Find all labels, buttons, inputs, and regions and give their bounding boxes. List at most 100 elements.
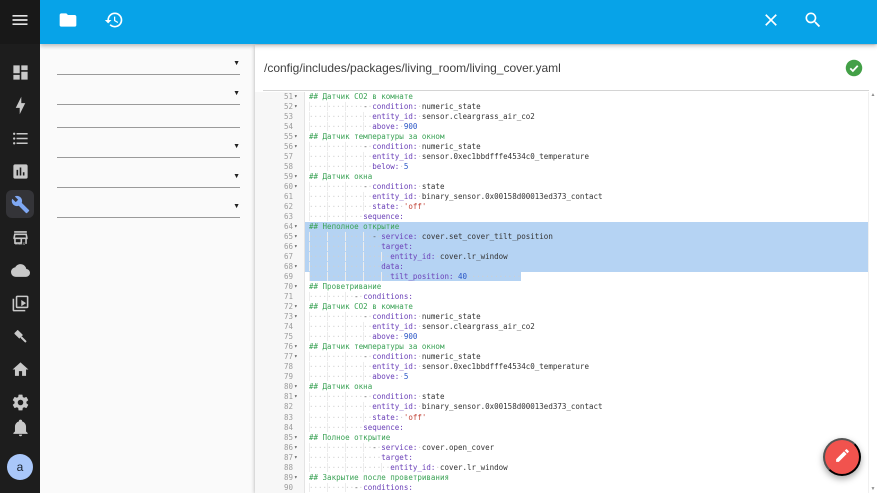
line-number: 87: [283, 452, 293, 462]
code-line-content: ··············entity_id:·sensor.0xec1bbd…: [309, 362, 589, 372]
fold-arrow-icon[interactable]: ▾: [294, 222, 303, 232]
line-number-gutter: 52 ▾: [255, 102, 305, 113]
close-icon: [761, 10, 781, 35]
sidebar-item-hammer[interactable]: [6, 322, 34, 350]
fold-arrow-icon[interactable]: ▾: [294, 302, 303, 312]
close-button[interactable]: [759, 10, 783, 34]
sidebar-item-chart-box[interactable]: [6, 157, 34, 185]
select-4[interactable]: ▼: [57, 173, 240, 188]
code-line: 63 ············sequence:: [255, 212, 877, 223]
editor-scrollbar[interactable]: ▲ ▼: [868, 92, 877, 493]
sidebar-item-bell[interactable]: [6, 416, 34, 444]
line-number: 61: [283, 192, 293, 202]
code-line-content: ············-·condition:·numeric_state: [309, 312, 481, 322]
fold-arrow-icon[interactable]: ▾: [294, 232, 303, 242]
line-number-gutter: 57: [255, 152, 305, 163]
line-number: 70: [283, 282, 293, 292]
line-number-gutter: 78: [255, 362, 305, 373]
line-number-gutter: 88: [255, 462, 305, 473]
settings-button[interactable]: [843, 10, 867, 34]
scroll-up-icon: ▲: [870, 92, 876, 98]
cloud-icon: [10, 261, 30, 280]
code-line-content: ## Закрытие после проветривания: [309, 472, 449, 482]
select-5[interactable]: ▼: [57, 203, 240, 218]
fold-arrow-icon[interactable]: ▾: [294, 342, 303, 352]
home-icon: [11, 360, 30, 379]
code-line-content: ··············entity_id:·binary_sensor.0…: [309, 192, 603, 202]
fold-arrow-icon[interactable]: ▾: [294, 312, 303, 322]
fold-arrow-icon[interactable]: ▾: [294, 92, 303, 102]
sidebar-item-hacs[interactable]: HACS: [6, 223, 34, 251]
fold-arrow-icon[interactable]: ▾: [294, 242, 303, 252]
sidebar-item-list[interactable]: [6, 124, 34, 152]
sidebar-item-dashboard[interactable]: [6, 58, 34, 86]
fold-arrow-icon[interactable]: ▾: [294, 352, 303, 362]
chevron-down-icon: ▼: [233, 143, 240, 150]
code-line: 77 ▾ ············-·condition:·numeric_stat…: [255, 352, 877, 363]
line-number-gutter: 62: [255, 202, 305, 213]
lightning-icon: [11, 96, 30, 115]
sidebar-item-lightning[interactable]: [6, 91, 34, 119]
menu-button[interactable]: [0, 0, 40, 44]
fold-arrow-icon[interactable]: ▾: [294, 182, 303, 192]
code-line: 65 ▾ ··············-·service:·cover.set_co…: [255, 232, 877, 243]
avatar[interactable]: a: [7, 454, 33, 480]
search-entity-input[interactable]: [57, 120, 240, 128]
sidebar-item-cloud[interactable]: [6, 256, 34, 284]
app-bar: [40, 0, 877, 44]
fold-arrow-icon[interactable]: ▾: [294, 392, 303, 402]
line-number: 76: [283, 342, 293, 352]
fold-arrow-icon[interactable]: ▾: [294, 443, 303, 453]
fold-arrow-icon[interactable]: ▾: [294, 473, 303, 483]
line-number: 81: [283, 392, 293, 402]
fold-arrow-icon[interactable]: ▾: [294, 282, 303, 292]
code-line-content: ··················tilt_position:·40·····…: [309, 272, 522, 282]
code-line-content: ··················entity_id:·cover.lr_wi…: [309, 462, 508, 472]
code-line: 68 ▾ ················data:: [255, 262, 877, 273]
fold-arrow-icon[interactable]: ▾: [294, 102, 303, 112]
chevron-down-icon: ▼: [233, 203, 240, 210]
line-number-gutter: 55 ▾: [255, 132, 305, 143]
line-number: 71: [283, 292, 293, 302]
fold-arrow-icon[interactable]: ▾: [294, 453, 303, 463]
code-line: 72 ▾ ## Датчик CO2 в комнате: [255, 302, 877, 313]
fold-arrow-icon[interactable]: ▾: [294, 433, 303, 443]
sidebar-item-media[interactable]: [6, 289, 34, 317]
code-line: 62 ··············state:·'off': [255, 202, 877, 213]
line-number-gutter: 81 ▾: [255, 392, 305, 403]
line-number: 74: [283, 322, 293, 332]
line-number-gutter: 63: [255, 212, 305, 223]
wrench-icon: [11, 195, 30, 214]
yaml-editor[interactable]: 51 ▾ ## Датчик CO2 в комнате 52 ▾ ···········…: [255, 92, 877, 493]
fold-arrow-icon[interactable]: ▾: [294, 262, 303, 272]
line-number: 84: [283, 422, 293, 432]
code-line: 53 ··············entity_id:·sensor.clearg…: [255, 112, 877, 123]
gear-icon: [11, 393, 30, 412]
line-number: 68: [283, 262, 293, 272]
fold-arrow-icon[interactable]: ▾: [294, 142, 303, 152]
select-0[interactable]: ▼: [57, 60, 240, 75]
file-path-input[interactable]: [263, 60, 783, 75]
field-events: ▼: [57, 90, 240, 105]
line-number-gutter: 59 ▾: [255, 172, 305, 183]
code-line: 82 ··············entity_id:·binary_sensor…: [255, 402, 877, 413]
line-number: 51: [283, 92, 293, 101]
fold-arrow-icon[interactable]: ▾: [294, 172, 303, 182]
select-1[interactable]: ▼: [57, 90, 240, 105]
code-line-content: ················target:: [309, 452, 413, 462]
sidebar-item-gear[interactable]: [6, 388, 34, 416]
fold-arrow-icon[interactable]: ▾: [294, 132, 303, 142]
line-number: 57: [283, 152, 293, 162]
line-number: 75: [283, 332, 293, 342]
search-button[interactable]: [801, 10, 825, 34]
sidebar-item-wrench[interactable]: [6, 190, 34, 218]
code-line: 58 ··············below:·5: [255, 162, 877, 173]
sidebar-item-home[interactable]: [6, 355, 34, 383]
edit-fab[interactable]: [823, 438, 861, 476]
fold-arrow-icon[interactable]: ▾: [294, 382, 303, 392]
code-line-content: ## Датчик окна: [309, 172, 373, 182]
history-button[interactable]: [102, 10, 126, 34]
chevron-down-icon: ▼: [233, 60, 240, 67]
folder-button[interactable]: [56, 10, 80, 34]
select-3[interactable]: ▼: [57, 143, 240, 158]
